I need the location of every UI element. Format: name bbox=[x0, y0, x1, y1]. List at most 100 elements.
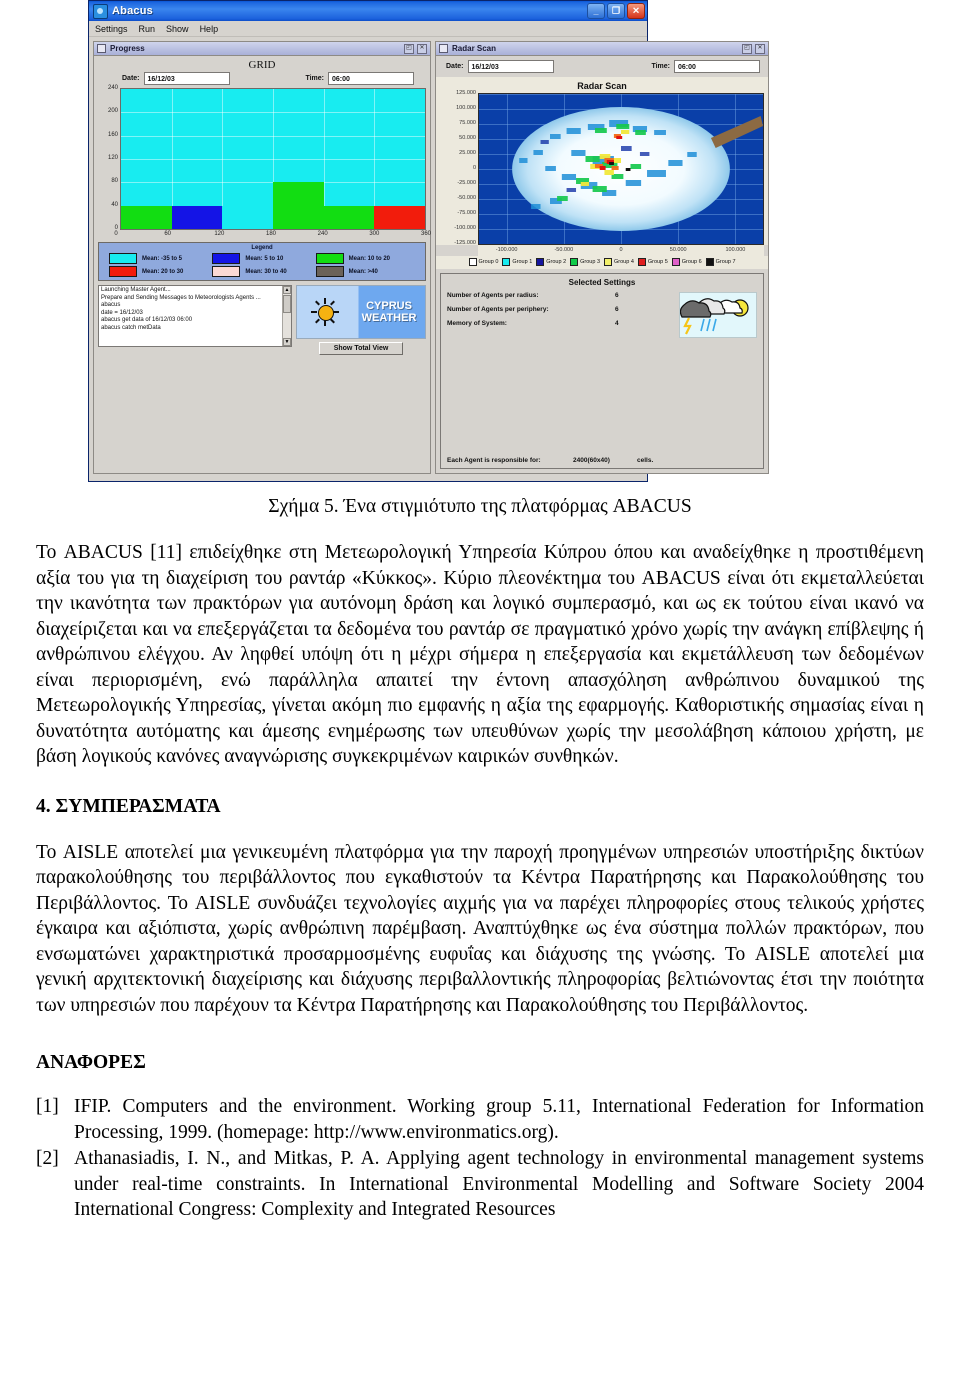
legend-swatch bbox=[109, 266, 137, 277]
sun-icon bbox=[311, 298, 339, 326]
restore-icon[interactable]: ◰ bbox=[404, 43, 414, 54]
grid-time-group: Time: 06:00 bbox=[305, 72, 414, 85]
group-label: Group 7 bbox=[715, 259, 736, 265]
panel-checkbox-icon[interactable] bbox=[97, 44, 106, 53]
progress-panel-header: Progress ◰ ✕ bbox=[94, 42, 430, 56]
logo-text: CYPRUS WEATHER bbox=[353, 300, 425, 324]
grid-y-axis: 0 40 80 120 160 200 240 bbox=[98, 85, 120, 231]
grid-y-tick: 80 bbox=[111, 178, 118, 185]
grid-x-tick: 120 bbox=[214, 231, 225, 237]
radar-x-tick: 50.000 bbox=[669, 247, 687, 253]
scroll-thumb[interactable] bbox=[283, 295, 291, 313]
settings-footer-unit: cells. bbox=[637, 457, 654, 464]
grid-y-tick: 40 bbox=[111, 201, 118, 208]
radar-close-icon[interactable]: ✕ bbox=[755, 43, 765, 54]
radar-sweep-image bbox=[512, 107, 763, 231]
logo-line-2: WEATHER bbox=[361, 312, 417, 324]
group-label: Group 3 bbox=[580, 259, 600, 265]
log-console[interactable]: Launching Master Agent... Prepare and Sen… bbox=[98, 285, 292, 347]
legend-label: Mean: -35 to 5 bbox=[142, 255, 183, 262]
show-total-view-button[interactable]: Show Total View bbox=[318, 342, 404, 355]
scroll-up-icon[interactable]: ▲ bbox=[283, 286, 291, 294]
scroll-down-icon[interactable]: ▼ bbox=[283, 338, 291, 346]
minimize-icon[interactable]: _ bbox=[587, 3, 605, 19]
legend-item: Mean: 10 to 20 bbox=[315, 253, 415, 264]
radar-y-axis: 125.000 100.000 75.000 50.000 25.000 0 -25.000… bbox=[436, 90, 478, 246]
radar-panel-tools: ◰ ✕ bbox=[742, 43, 765, 54]
grid-x-tick: 0 bbox=[114, 231, 118, 237]
settings-rows: Number of Agents per radius: 6 Number of A… bbox=[447, 292, 673, 455]
group-label: Group 2 bbox=[546, 259, 567, 265]
progress-panel: Progress ◰ ✕ GRID Date: 16/12/03 Time: 0… bbox=[93, 41, 431, 474]
grid-x-axis: 0 60 120 180 240 300 360 bbox=[114, 230, 431, 240]
console-line: abacus catch metData bbox=[101, 324, 161, 331]
close-icon[interactable]: ✕ bbox=[627, 3, 645, 19]
radar-y-tick: 25.000 bbox=[459, 150, 476, 156]
branding-column: CYPRUS WEATHER Show Total View bbox=[296, 285, 426, 355]
settings-row: Number of Agents per radius: 6 bbox=[447, 292, 673, 299]
grid-x-tick: 60 bbox=[164, 231, 171, 237]
grid-cell bbox=[222, 205, 273, 229]
reference-number: [1] bbox=[36, 1096, 59, 1117]
radar-x-tick: -50.000 bbox=[554, 247, 574, 253]
radar-panel-checkbox-icon[interactable] bbox=[439, 44, 448, 53]
console-line: Prepare and Sending Messages to Meteorol… bbox=[101, 294, 261, 301]
panel-close-icon[interactable]: ✕ bbox=[417, 43, 427, 54]
grid-time-field[interactable]: 06:00 bbox=[328, 72, 414, 85]
grid-y-tick: 160 bbox=[107, 131, 118, 138]
grid-date-label: Date: bbox=[122, 75, 140, 82]
console-line: abacus bbox=[101, 302, 121, 309]
radar-chart-title: Radar Scan bbox=[436, 77, 768, 93]
settings-main: Number of Agents per radius: 6 Number of A… bbox=[447, 292, 757, 455]
radar-panel-header: Radar Scan ◰ ✕ bbox=[436, 42, 768, 56]
menu-item-run[interactable]: Run bbox=[139, 24, 156, 34]
group-swatch bbox=[468, 258, 477, 266]
progress-bottom-row: Launching Master Agent... Prepare and Sen… bbox=[94, 281, 430, 359]
group-swatch bbox=[570, 258, 579, 266]
paragraph-abacus: Το ABACUS [11] επιδείχθηκε στη Μετεωρολο… bbox=[36, 542, 924, 767]
document-body: Σχήμα 5. Ένα στιγμιότυπο της πλατφόρμας … bbox=[0, 482, 960, 1224]
group-legend-item: Group 4 bbox=[604, 258, 634, 266]
grid-x-tick: 240 bbox=[317, 231, 328, 237]
radar-date-field[interactable]: 16/12/03 bbox=[467, 60, 554, 73]
radar-x-tick: 100.000 bbox=[725, 247, 746, 253]
group-legend-item: Group 2 bbox=[536, 258, 566, 266]
grid-date-field[interactable]: 16/12/03 bbox=[143, 72, 230, 85]
grid-y-tick: 120 bbox=[107, 155, 118, 161]
grid-x-tick: 360 bbox=[420, 231, 432, 237]
legend-item: Mean: -35 to 5 bbox=[109, 253, 208, 264]
radar-chart: 125.000 100.000 75.000 50.000 25.000 0 -25.000… bbox=[436, 90, 768, 246]
reference-text: Athanasiadis, I. N., and Mitkas, P. A. A… bbox=[74, 1148, 924, 1220]
figure-caption: Σχήμα 5. Ένα στιγμιότυπο της πλατφόρμας … bbox=[268, 496, 692, 517]
menu-item-show[interactable]: Show bbox=[166, 24, 189, 34]
grid-date-group: Date: 16/12/03 bbox=[122, 72, 230, 85]
sun-icon-wrap bbox=[297, 298, 353, 326]
maximize-icon[interactable]: ❐ bbox=[607, 3, 625, 19]
legend-item: Mean: >40 bbox=[315, 266, 415, 277]
radar-y-tick: -125.000 bbox=[454, 240, 476, 246]
legend-item: Mean: 20 to 30 bbox=[109, 266, 208, 277]
section-heading-conclusions: 4. ΣΥΜΠΕΡΑΣΜΑΤΑ bbox=[36, 795, 221, 817]
grid-cell bbox=[273, 182, 324, 206]
group-label: Group 6 bbox=[681, 259, 702, 265]
radar-restore-icon[interactable]: ◰ bbox=[742, 43, 752, 54]
legend-label: Mean: 30 to 40 bbox=[245, 268, 287, 275]
group-swatch bbox=[671, 258, 680, 266]
radar-time-field[interactable]: 06:00 bbox=[674, 60, 760, 73]
grid-legend: Legend Mean: -35 to 5 Mean: 5 to 10 Mean: … bbox=[98, 242, 426, 281]
console-scrollbar[interactable]: ▲ ▼ bbox=[282, 286, 291, 346]
radar-panel-title: Radar Scan bbox=[452, 44, 497, 53]
console-line: Launching Master Agent... bbox=[101, 287, 171, 293]
radar-date-group: Date: 16/12/03 bbox=[446, 60, 554, 73]
settings-label: Number of Agents per radius: bbox=[447, 292, 539, 299]
radar-y-tick: 125.000 bbox=[456, 90, 476, 96]
references-list: [1] IFIP. Computers and the environment. … bbox=[36, 1094, 924, 1223]
settings-label: Memory of System: bbox=[447, 320, 507, 327]
group-legend-item: Group 1 bbox=[502, 258, 532, 266]
menu-item-help[interactable]: Help bbox=[200, 24, 219, 34]
menu-item-settings[interactable]: Settings bbox=[95, 24, 128, 34]
legend-item: Mean: 30 to 40 bbox=[212, 266, 311, 277]
radar-y-tick: -50.000 bbox=[457, 195, 476, 201]
grid-legend-items: Mean: -35 to 5 Mean: 5 to 10 Mean: 10 to 2… bbox=[99, 251, 425, 277]
legend-swatch bbox=[315, 253, 344, 264]
